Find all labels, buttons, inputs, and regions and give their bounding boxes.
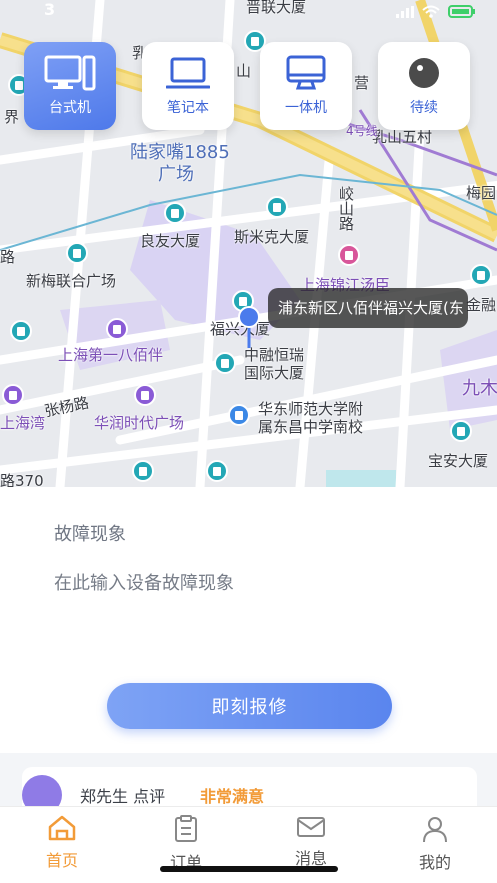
message-icon [297, 817, 325, 837]
map-label: 4号线 [346, 124, 378, 138]
map-label: 华润时代广场 [94, 414, 185, 432]
map-label: 界 [4, 108, 20, 126]
device-tab-label: 一体机 [285, 100, 327, 116]
map-label: 路 [0, 248, 16, 266]
building-poi-icon[interactable] [132, 460, 154, 482]
status-bar: 3 [0, 0, 497, 22]
map-label: 广场 [158, 164, 194, 185]
reviewer-name: 郑先生 点评 [80, 787, 166, 806]
map-label: 山 [236, 62, 252, 80]
map-label: 属东昌中学南校 [258, 418, 364, 436]
map-label: 上海第一八佰伴 [58, 346, 164, 364]
map-label: 斯米克大厦 [234, 228, 310, 246]
building-poi-icon[interactable] [10, 320, 32, 342]
map-label: 宝安大厦 [428, 452, 489, 470]
desktop-icon [44, 55, 96, 91]
device-tab-more[interactable]: 待续 [378, 42, 470, 130]
device-tab-label: 笔记本 [167, 100, 209, 116]
device-tab-desktop[interactable]: 台式机 [24, 42, 116, 130]
building-poi-icon[interactable] [206, 460, 228, 482]
building-poi-icon[interactable] [164, 202, 186, 224]
map-label: 金融 [466, 296, 497, 314]
map-label: 梅园 [466, 184, 497, 202]
status-time: 3 [44, 0, 56, 19]
device-tab-label: 待续 [410, 100, 438, 116]
building-poi-icon[interactable] [450, 420, 472, 442]
device-tab-label: 台式机 [49, 100, 91, 116]
review-section: 郑先生 点评 非常满意 [0, 753, 497, 813]
review-rating: 非常满意 [200, 787, 265, 806]
order-icon [175, 815, 197, 842]
tab-home[interactable]: 首页 [27, 815, 97, 879]
submit-repair-button[interactable]: 即刻报修 [107, 683, 392, 729]
location-pin-icon[interactable] [238, 306, 260, 348]
shopping-poi-icon[interactable] [2, 384, 24, 406]
device-tab-all-in-one[interactable]: 一体机 [260, 42, 352, 130]
tab-profile[interactable]: 我的 [400, 815, 470, 879]
shopping-poi-icon[interactable] [106, 318, 128, 340]
map-label: 路370 [0, 472, 44, 487]
map-label: 峧山路 [337, 186, 355, 231]
building-poi-icon[interactable] [214, 352, 236, 374]
hotel-poi-icon[interactable] [338, 244, 360, 266]
device-tab-laptop[interactable]: 笔记本 [142, 42, 234, 130]
tab-label: 我的 [418, 853, 451, 872]
home-indicator [160, 866, 338, 872]
battery-icon [448, 5, 475, 18]
map-label: 良友大厦 [140, 232, 201, 250]
all-in-one-icon [286, 55, 326, 90]
map-label: 上海湾 [0, 414, 46, 432]
map-label: 国际大厦 [244, 364, 305, 382]
map-label: 新梅联合广场 [26, 272, 117, 290]
repair-form: 故障现象 即刻报修 [0, 487, 497, 753]
location-tooltip[interactable]: 浦东新区八佰伴福兴大厦(东 [268, 288, 468, 328]
building-poi-icon[interactable] [66, 242, 88, 264]
shopping-poi-icon[interactable] [134, 384, 156, 406]
fault-description-input[interactable] [54, 567, 454, 599]
building-poi-icon[interactable] [266, 196, 288, 218]
profile-icon [423, 817, 447, 843]
fault-title: 故障现象 [54, 524, 126, 545]
more-icon [409, 58, 439, 88]
school-poi-icon[interactable] [228, 404, 250, 426]
building-poi-icon[interactable] [470, 264, 492, 286]
laptop-icon [166, 57, 210, 89]
signal-icon [396, 6, 414, 18]
map-label: 九木 [462, 378, 497, 399]
tab-label: 首页 [45, 851, 78, 870]
home-icon [48, 815, 76, 841]
map-label: 营 [354, 74, 370, 92]
wifi-icon [422, 5, 440, 18]
